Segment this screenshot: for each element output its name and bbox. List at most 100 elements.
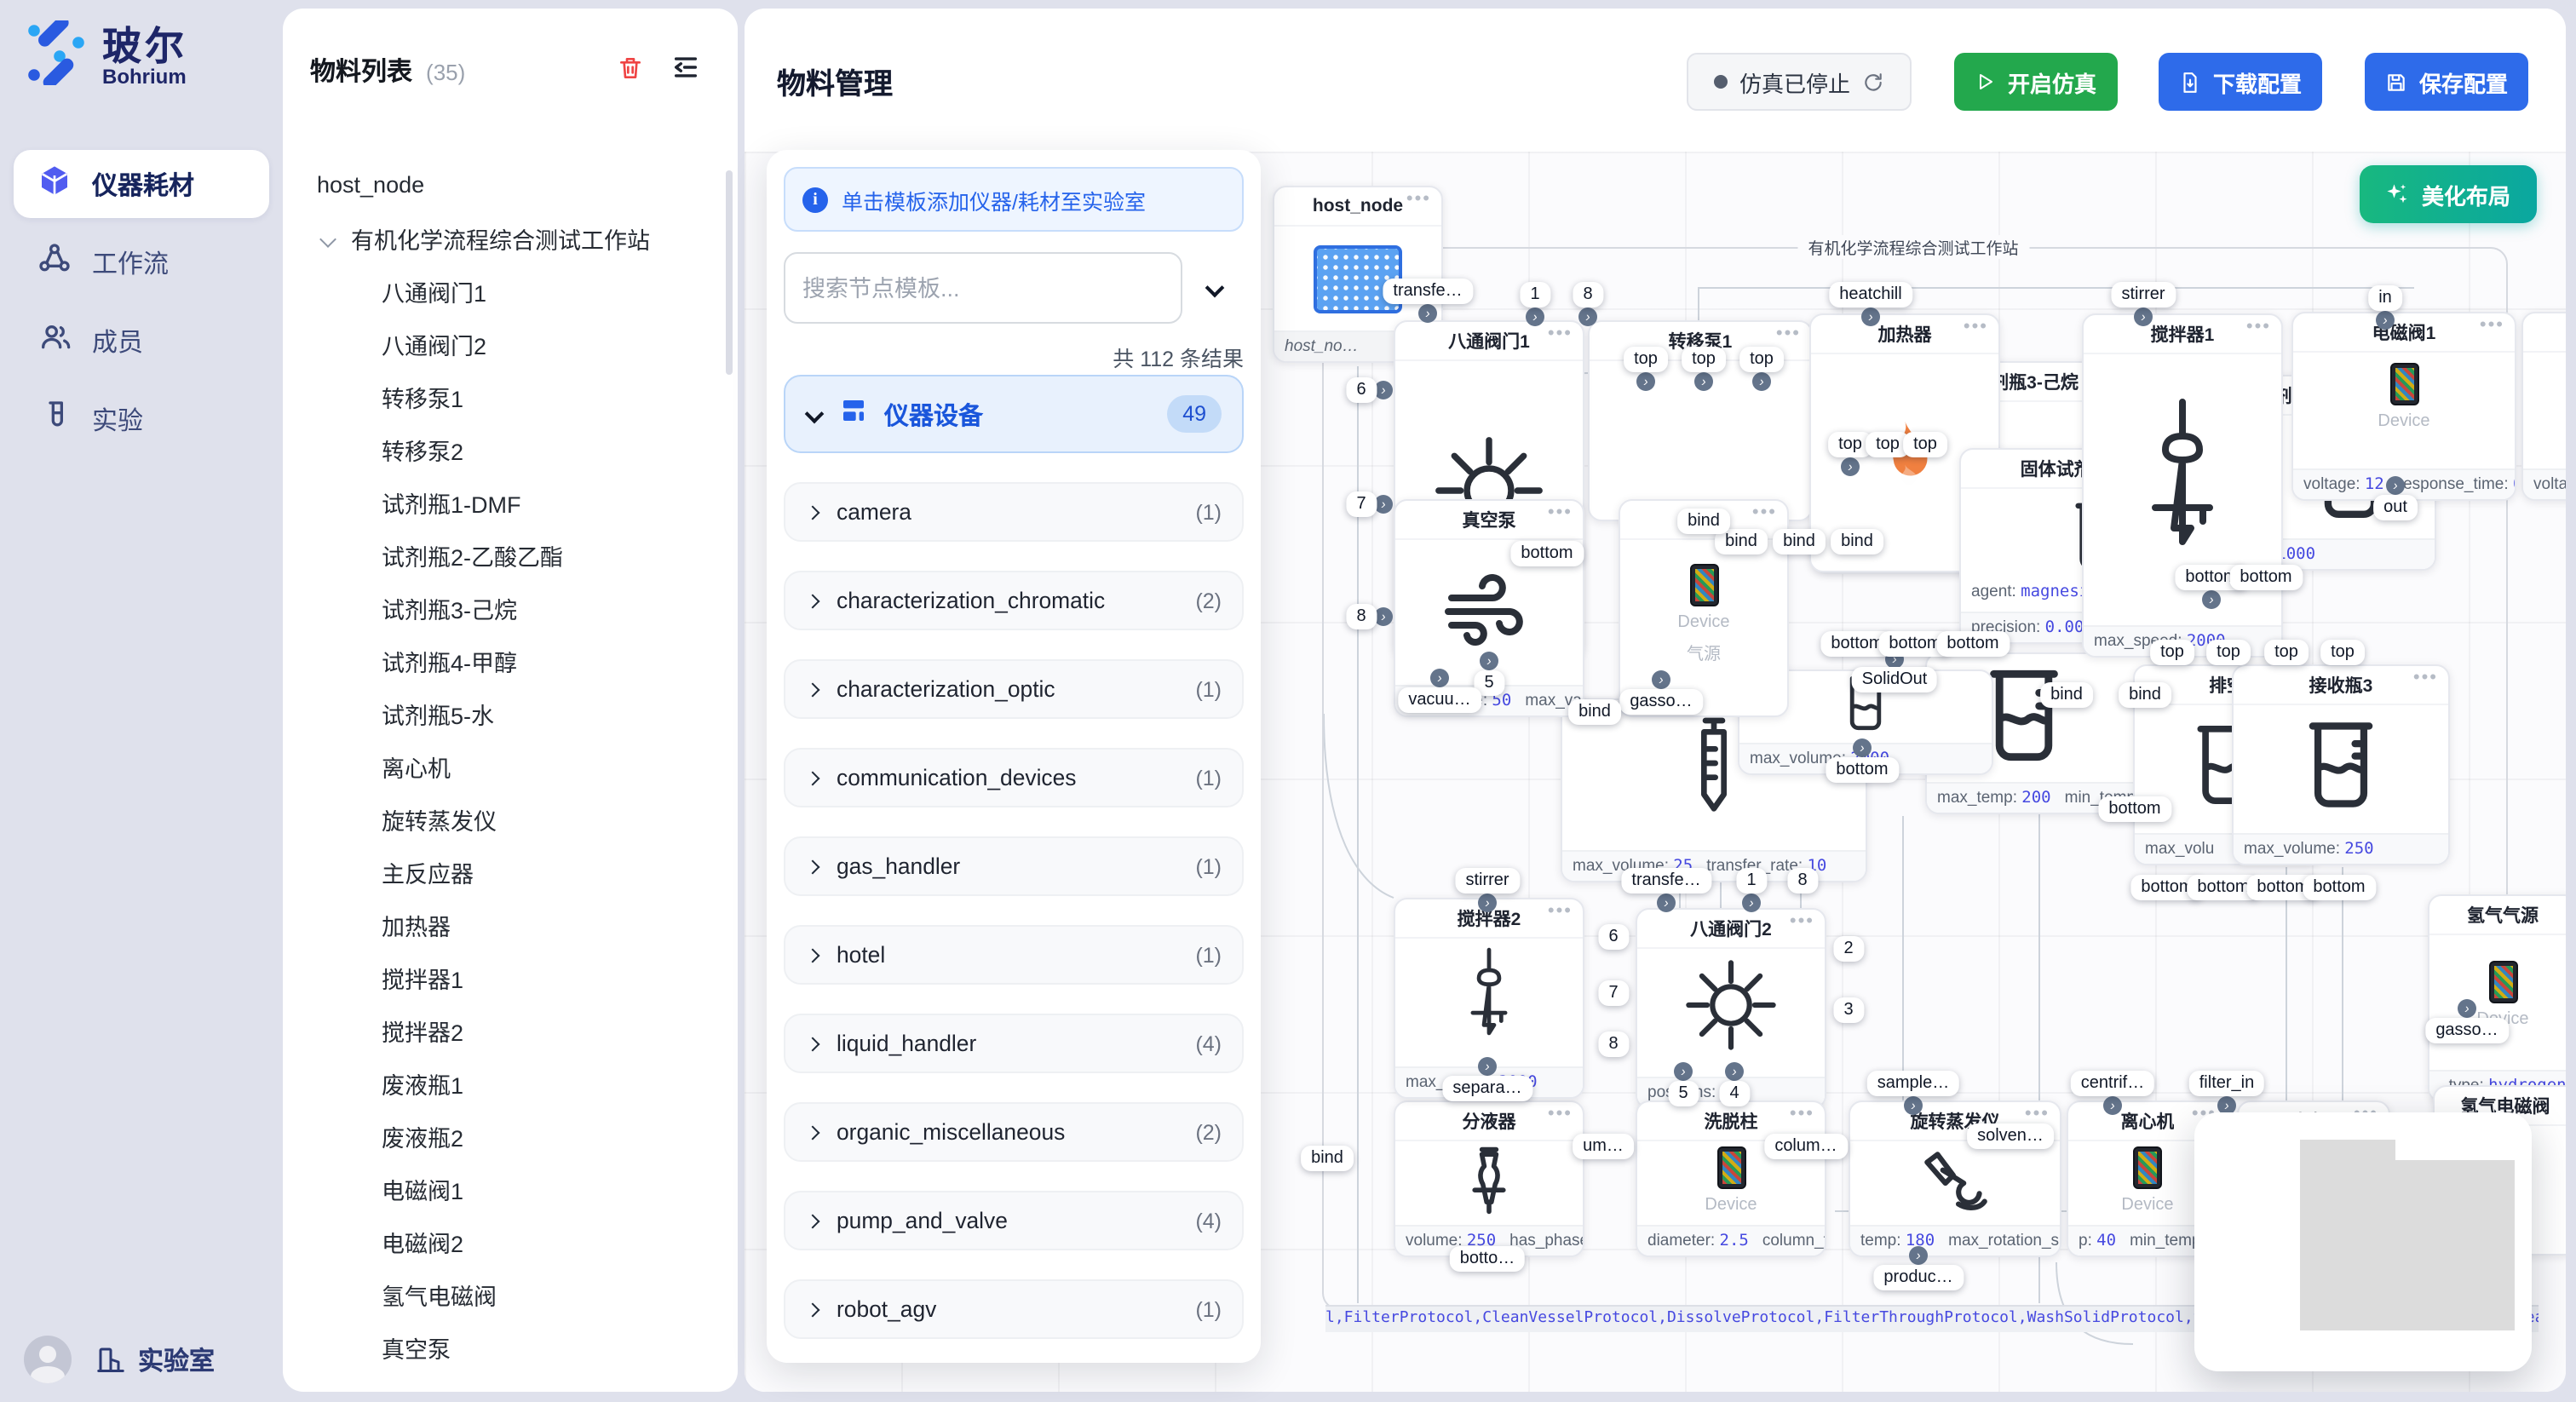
sidebar-item-workflow[interactable]: 工作流: [14, 228, 269, 296]
brand[interactable]: 玻尔 Bohrium: [24, 20, 187, 94]
template-item-robot-agv[interactable]: robot_agv(1): [784, 1279, 1244, 1339]
tree-item[interactable]: 搅拌器2: [283, 1003, 726, 1056]
port-chip[interactable]: in: [2368, 285, 2402, 311]
port-chip[interactable]: bind: [1568, 699, 1621, 725]
port-chip[interactable]: botto…: [1450, 1246, 1526, 1272]
port-chip[interactable]: top: [2150, 640, 2194, 665]
minimap-viewport[interactable]: [2300, 1160, 2515, 1330]
port-dot[interactable]: [1841, 457, 1860, 476]
port-chip[interactable]: bind: [2119, 682, 2171, 708]
port-chip[interactable]: SolidOut: [1852, 667, 1938, 692]
refresh-icon[interactable]: [1862, 71, 1884, 93]
port-dot[interactable]: [1853, 738, 1872, 757]
start-simulation-button[interactable]: 开启仿真: [1954, 53, 2118, 111]
node-menu-icon[interactable]: [1964, 317, 1988, 337]
tree-item[interactable]: 八通阀门2: [283, 317, 726, 370]
template-item-characterization-chromatic[interactable]: characterization_chromatic(2): [784, 571, 1244, 630]
tree-group[interactable]: 有机化学流程综合测试工作站: [283, 211, 726, 264]
tree-item[interactable]: 试剂瓶2-乙酸乙酯: [283, 528, 726, 581]
port-dot[interactable]: [1430, 669, 1449, 687]
port-dot[interactable]: [2134, 307, 2153, 326]
port-chip[interactable]: 2: [1833, 936, 1863, 962]
port-chip[interactable]: heatchill: [1829, 282, 1912, 307]
port-chip[interactable]: 6: [1598, 924, 1628, 950]
port-chip[interactable]: 1: [1736, 868, 1766, 893]
node-elution-column[interactable]: 洗脱柱 Device diameter: 2.5 column_type: si: [1636, 1100, 1826, 1257]
port-chip[interactable]: 6: [1346, 377, 1376, 403]
port-chip[interactable]: top: [1682, 347, 1726, 372]
port-chip[interactable]: filter_in: [2189, 1071, 2265, 1096]
port-dot[interactable]: [2458, 999, 2476, 1018]
port-chip[interactable]: colum…: [1764, 1134, 1847, 1159]
sidebar-item-members[interactable]: 成员: [14, 307, 269, 375]
template-item-camera[interactable]: camera(1): [784, 482, 1244, 542]
tree-item[interactable]: 试剂瓶3-己烷: [283, 581, 726, 634]
delete-icon[interactable]: [617, 54, 644, 89]
port-dot[interactable]: [1480, 652, 1498, 670]
port-dot[interactable]: [1374, 495, 1393, 514]
tree-item[interactable]: 试剂瓶1-DMF: [283, 475, 726, 528]
node-menu-icon[interactable]: [1790, 911, 1814, 932]
port-dot[interactable]: [2376, 311, 2395, 330]
port-chip[interactable]: top: [2264, 640, 2309, 665]
template-item-gas-handler[interactable]: gas_handler(1): [784, 836, 1244, 896]
port-dot[interactable]: [1652, 670, 1670, 689]
port-chip[interactable]: 7: [1598, 980, 1628, 1006]
sidebar-item-instruments[interactable]: 仪器耗材: [14, 150, 269, 218]
port-dot[interactable]: [1742, 893, 1761, 912]
tree-item[interactable]: 试剂瓶4-甲醇: [283, 634, 726, 687]
node-menu-icon[interactable]: [1752, 503, 1777, 523]
port-chip[interactable]: 4: [1719, 1081, 1749, 1106]
node-menu-icon[interactable]: [1548, 901, 1573, 922]
port-dot[interactable]: [1418, 304, 1437, 323]
port-chip[interactable]: transfe…: [1621, 868, 1711, 893]
tree-item[interactable]: 加热器: [283, 898, 726, 951]
tree-item[interactable]: 电磁阀2: [283, 1215, 726, 1267]
port-dot[interactable]: [1909, 1246, 1928, 1265]
lab-entry[interactable]: 实验室: [95, 1342, 215, 1377]
port-chip[interactable]: top: [2206, 640, 2251, 665]
node-menu-icon[interactable]: [2025, 1104, 2050, 1124]
port-dot[interactable]: [1861, 307, 1880, 326]
download-config-button[interactable]: 下载配置: [2159, 53, 2322, 111]
tree-item[interactable]: 搅拌器1: [283, 951, 726, 1003]
category-instruments[interactable]: 仪器设备 49: [784, 375, 1244, 453]
port-chip[interactable]: 8: [1573, 282, 1602, 307]
node-receive-bottle-3[interactable]: 接收瓶3 max_volume: 250: [2232, 664, 2450, 865]
port-dot[interactable]: [1478, 893, 1497, 912]
port-dot[interactable]: [2386, 476, 2405, 495]
port-chip[interactable]: 5: [1668, 1081, 1698, 1106]
port-dot[interactable]: [1374, 381, 1393, 399]
port-chip[interactable]: 3: [1833, 997, 1863, 1023]
node-solenoid-valve-1[interactable]: 电磁阀1 Device voltage: 12 response_time: 0…: [2291, 312, 2516, 501]
port-dot[interactable]: [1578, 307, 1597, 326]
port-chip[interactable]: gasso…: [1619, 689, 1702, 715]
tree-item[interactable]: 氢气电磁阀: [283, 1267, 726, 1320]
port-chip[interactable]: top: [2320, 640, 2365, 665]
port-dot[interactable]: [1526, 307, 1544, 326]
port-dot[interactable]: [1725, 1062, 1744, 1081]
port-chip[interactable]: 1: [1520, 282, 1550, 307]
template-item-pump-and-valve[interactable]: pump_and_valve(4): [784, 1191, 1244, 1250]
port-chip[interactable]: bind: [1677, 509, 1730, 534]
tree-item[interactable]: 旋转蒸发仪: [283, 792, 726, 845]
node-menu-icon[interactable]: [2246, 317, 2271, 337]
port-chip[interactable]: um…: [1573, 1134, 1634, 1159]
port-chip[interactable]: centrif…: [2071, 1071, 2154, 1096]
port-dot[interactable]: [1478, 1057, 1497, 1076]
minimap[interactable]: [2194, 1112, 2532, 1371]
search-input[interactable]: [784, 252, 1182, 324]
port-chip[interactable]: separa…: [1442, 1076, 1532, 1101]
port-chip[interactable]: stirrer: [2111, 282, 2175, 307]
node-menu-icon[interactable]: [2480, 315, 2504, 336]
node-menu-icon[interactable]: [1790, 1104, 1814, 1124]
template-item-communication-devices[interactable]: communication_devices(1): [784, 748, 1244, 807]
collapse-panel-icon[interactable]: [671, 53, 700, 90]
port-chip[interactable]: stirrer: [1455, 868, 1519, 893]
tree-item[interactable]: 主反应器: [283, 845, 726, 898]
tree-item[interactable]: 废液瓶1: [283, 1056, 726, 1109]
tree-item[interactable]: 八通阀门1: [283, 264, 726, 317]
port-dot[interactable]: [1752, 372, 1771, 391]
simulation-status[interactable]: 仿真已停止: [1687, 53, 1912, 111]
port-chip[interactable]: produc…: [1873, 1265, 1963, 1290]
